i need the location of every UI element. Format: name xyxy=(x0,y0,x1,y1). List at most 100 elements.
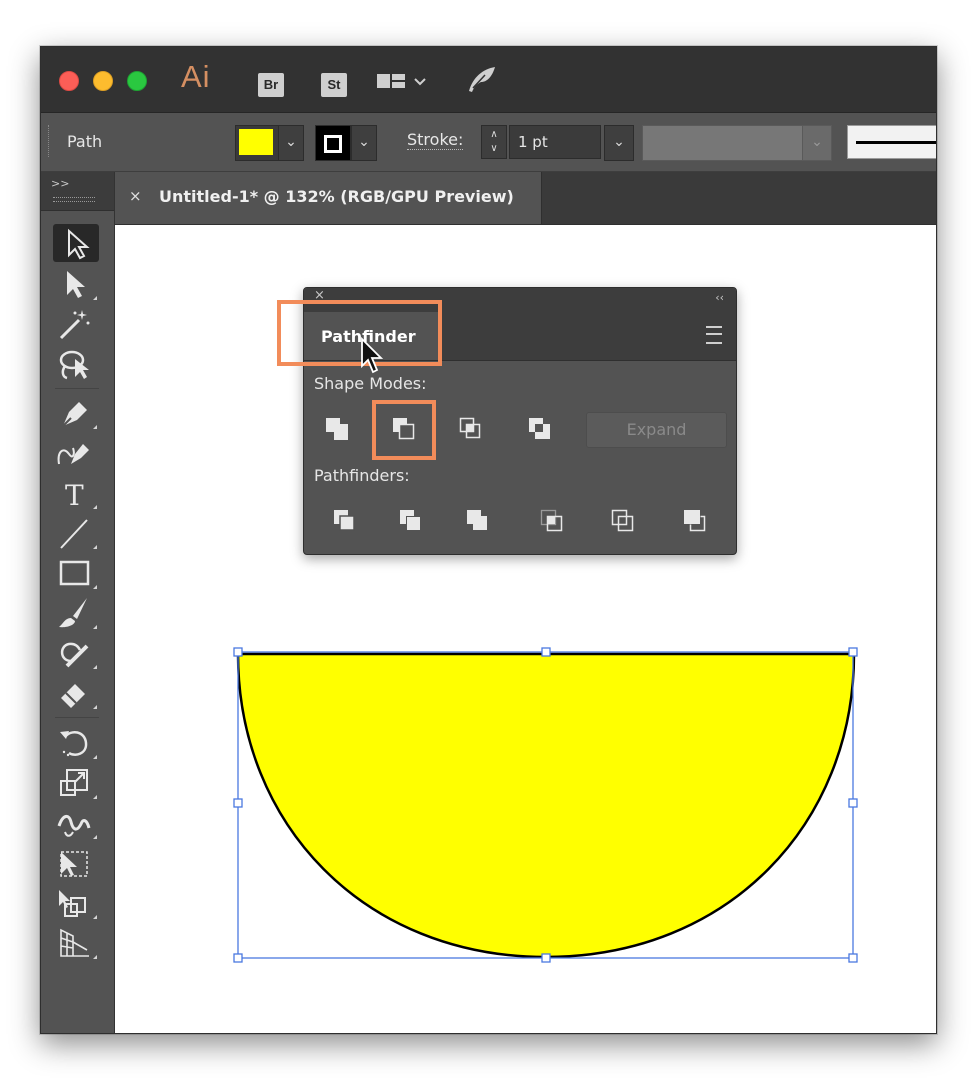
exclude-button[interactable] xyxy=(523,412,557,446)
tool-flyout-indicator xyxy=(93,915,97,919)
pathfinders-label: Pathfinders: xyxy=(314,466,410,485)
document-tab[interactable]: × Untitled-1* @ 132% (RGB/GPU Preview) xyxy=(115,172,542,224)
tools-panel-header[interactable]: >> xyxy=(41,172,114,211)
stock-button[interactable]: St xyxy=(321,73,347,97)
workspace-layout-icon[interactable] xyxy=(377,71,427,97)
stroke-weight-field[interactable]: 1 pt xyxy=(509,125,601,159)
selection-handle[interactable] xyxy=(541,647,551,657)
tools-divider xyxy=(55,388,99,389)
brush-stroke-preview xyxy=(856,141,936,144)
fill-dropdown[interactable]: ⌄ xyxy=(278,125,304,161)
trim-icon xyxy=(400,510,420,530)
trim-button[interactable] xyxy=(394,504,428,538)
magic-wand-tool[interactable] xyxy=(53,305,99,343)
stroke-dropdown[interactable]: ⌄ xyxy=(351,125,377,161)
stroke-swatch[interactable] xyxy=(315,125,351,161)
stroke-label[interactable]: Stroke: xyxy=(407,131,464,150)
shape-builder-tool[interactable] xyxy=(53,884,99,922)
minimize-window-button[interactable] xyxy=(93,71,113,91)
shaper-tool[interactable] xyxy=(53,634,99,672)
chevron-down-icon: ⌄ xyxy=(285,134,297,150)
control-bar: Path ⌄ ⌄ Stroke: ∧ ∨ 1 pt ⌄ ⌄ xyxy=(41,113,936,172)
tool-flyout-indicator xyxy=(93,545,97,549)
stroke-color-chip xyxy=(324,135,342,153)
free-transform-tool[interactable] xyxy=(53,844,99,882)
lasso-tool[interactable] xyxy=(53,345,99,383)
type-tool[interactable]: T xyxy=(53,474,99,512)
fill-color-chip xyxy=(239,129,273,155)
tool-flyout-indicator xyxy=(93,425,97,429)
half-circle-shape[interactable] xyxy=(228,644,864,966)
divide-icon xyxy=(334,510,355,531)
tool-flyout-indicator xyxy=(93,625,97,629)
app-logo: Ai xyxy=(181,59,211,94)
tool-flyout-indicator xyxy=(93,955,97,959)
tool-flyout-indicator xyxy=(93,505,97,509)
expand-button[interactable]: Expand xyxy=(586,412,727,448)
outline-icon xyxy=(611,509,634,532)
zoom-window-button[interactable] xyxy=(127,71,147,91)
chevron-down-icon: ⌄ xyxy=(811,134,823,150)
rectangle-tool[interactable] xyxy=(53,554,99,592)
selection-type-label: Path xyxy=(67,132,103,151)
crop-button[interactable] xyxy=(535,504,569,538)
line-segment-tool[interactable] xyxy=(53,514,99,552)
expand-tools-icon[interactable]: >> xyxy=(51,177,69,190)
variable-width-dropdown[interactable]: ⌄ xyxy=(802,125,832,161)
selection-tool[interactable] xyxy=(53,224,99,262)
close-window-button[interactable] xyxy=(59,71,79,91)
document-tab-title[interactable]: Untitled-1* @ 132% (RGB/GPU Preview) xyxy=(159,187,514,206)
fill-swatch[interactable] xyxy=(235,125,279,161)
direct-selection-tool[interactable] xyxy=(53,265,99,303)
control-bar-grip[interactable] xyxy=(48,125,51,157)
scale-tool[interactable] xyxy=(53,764,99,802)
collapse-panel-icon[interactable]: ‹‹ xyxy=(715,291,724,304)
eraser-tool[interactable] xyxy=(53,674,99,712)
stroke-weight-stepper[interactable]: ∧ ∨ xyxy=(481,125,507,159)
brush-definition-field[interactable] xyxy=(847,125,936,159)
merge-button[interactable] xyxy=(461,504,495,538)
bridge-button[interactable]: Br xyxy=(258,73,284,97)
close-document-icon[interactable]: × xyxy=(129,187,142,205)
paintbrush-tool[interactable] xyxy=(53,594,99,632)
minus-back-icon xyxy=(684,510,706,532)
selection-handle[interactable] xyxy=(848,647,858,657)
tool-flyout-indicator xyxy=(93,585,97,589)
curvature-tool[interactable] xyxy=(53,434,99,472)
width-tool[interactable] xyxy=(53,804,99,842)
mouse-cursor-icon xyxy=(361,336,384,374)
feather-icon[interactable] xyxy=(465,65,499,99)
chevron-down-icon: ⌄ xyxy=(613,134,625,150)
tool-flyout-indicator xyxy=(93,755,97,759)
selection-handle[interactable] xyxy=(848,953,858,963)
tools-divider xyxy=(55,717,99,718)
variable-width-field[interactable] xyxy=(642,125,804,161)
merge-icon xyxy=(467,510,487,530)
chevron-up-icon[interactable]: ∧ xyxy=(482,128,506,142)
selection-handle[interactable] xyxy=(541,953,551,963)
tool-flyout-indicator xyxy=(93,705,97,709)
tool-flyout-indicator xyxy=(93,795,97,799)
minus-back-button[interactable] xyxy=(678,504,712,538)
tool-flyout-indicator xyxy=(93,296,97,300)
selection-handle[interactable] xyxy=(233,647,243,657)
unite-button[interactable] xyxy=(322,412,356,446)
minus-front-highlight xyxy=(372,400,436,460)
chevron-down-icon[interactable]: ∨ xyxy=(482,142,506,156)
pen-tool[interactable] xyxy=(53,394,99,432)
divide-button[interactable] xyxy=(328,504,362,538)
title-bar: Ai Br St xyxy=(41,47,936,113)
crop-icon xyxy=(540,509,563,532)
intersect-button[interactable] xyxy=(454,412,488,446)
tools-panel: >> T xyxy=(41,172,115,1033)
shape-modes-label: Shape Modes: xyxy=(314,374,427,393)
panel-menu-icon[interactable] xyxy=(706,326,722,344)
selection-handle[interactable] xyxy=(233,798,243,808)
outline-button[interactable] xyxy=(606,504,640,538)
stroke-weight-dropdown[interactable]: ⌄ xyxy=(604,125,634,161)
perspective-grid-tool[interactable] xyxy=(53,924,99,962)
rotate-tool[interactable] xyxy=(53,724,99,762)
selection-handle[interactable] xyxy=(233,953,243,963)
selection-handle[interactable] xyxy=(848,798,858,808)
tools-panel-grip[interactable] xyxy=(53,197,95,202)
